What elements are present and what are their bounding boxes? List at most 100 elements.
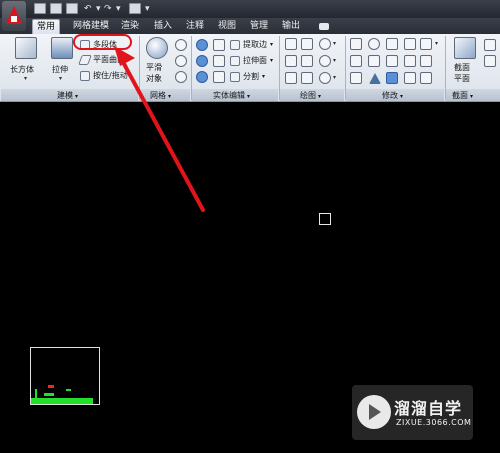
3d-scale-icon[interactable] bbox=[369, 73, 381, 84]
3d-polyline-icon[interactable] bbox=[301, 55, 313, 67]
slice-icon[interactable] bbox=[420, 55, 432, 67]
watermark: 溜溜自学 ZIXUE.3066.COM bbox=[352, 385, 473, 440]
open-icon[interactable] bbox=[50, 3, 62, 14]
polyline-icon[interactable] bbox=[301, 38, 313, 50]
extrude-button[interactable]: 拉伸 ▾ bbox=[48, 37, 76, 87]
box-button[interactable]: 长方体 ▾ bbox=[10, 37, 44, 87]
section-plane-icon bbox=[454, 37, 476, 59]
draw-panel-title[interactable]: 绘图 ▾ bbox=[300, 90, 321, 101]
section-plane-button[interactable]: 截面 平面 bbox=[449, 37, 479, 87]
smooth-object-button[interactable]: 平滑 对象 bbox=[143, 37, 171, 87]
qat-menu-icon[interactable]: ▾ bbox=[145, 4, 150, 14]
tab-output[interactable]: 输出 bbox=[278, 19, 304, 34]
smooth-label-line1: 平滑 bbox=[146, 63, 162, 72]
erase-icon[interactable] bbox=[420, 72, 432, 84]
undo-dropdown-icon[interactable]: ▾ bbox=[96, 4, 101, 14]
solid-edit-b-icon[interactable] bbox=[213, 55, 225, 67]
watermark-title: 溜溜自学 bbox=[394, 399, 463, 418]
ucs-viewport-box[interactable] bbox=[30, 347, 100, 405]
separate-button[interactable]: 分割 ▾ bbox=[230, 70, 265, 83]
redo-icon[interactable]: ↷ bbox=[104, 4, 112, 14]
arc-icon[interactable] bbox=[319, 38, 331, 50]
3d-align-icon[interactable] bbox=[368, 55, 380, 67]
save-icon[interactable] bbox=[66, 3, 78, 14]
ucs-y-axis-icon bbox=[44, 393, 54, 396]
chevron-down-icon[interactable]: ▾ bbox=[333, 57, 336, 64]
extract-edges-label: 提取边 bbox=[243, 40, 267, 49]
chevron-down-icon: ▾ bbox=[270, 41, 274, 48]
circle-icon[interactable] bbox=[319, 55, 331, 67]
smooth-sphere-icon bbox=[146, 37, 168, 59]
chevron-down-icon: ▾ bbox=[270, 57, 274, 64]
solid-edit-a-icon[interactable] bbox=[213, 39, 225, 51]
ucs-marker-icon bbox=[66, 389, 71, 391]
extrude-faces-button[interactable]: 拉伸面 ▾ bbox=[230, 54, 273, 67]
tab-manage[interactable]: 管理 bbox=[246, 19, 272, 34]
extract-edges-icon bbox=[230, 39, 240, 50]
solid-edit-panel-title[interactable]: 实体编辑 ▾ bbox=[213, 90, 250, 101]
extrude-faces-label: 拉伸面 bbox=[243, 56, 267, 65]
ucs-ground-plane bbox=[31, 398, 93, 404]
planar-surface-icon bbox=[78, 54, 92, 65]
chevron-down-icon: ▾ bbox=[262, 73, 266, 80]
tab-view[interactable]: 视图 bbox=[214, 19, 240, 34]
offset-icon[interactable] bbox=[386, 55, 398, 67]
redo-dropdown-icon[interactable]: ▾ bbox=[116, 4, 121, 14]
polygon-icon[interactable] bbox=[285, 72, 297, 84]
generate-section-icon[interactable] bbox=[484, 55, 496, 67]
chevron-down-icon: ▾ bbox=[24, 75, 28, 82]
tab-render[interactable]: 渲染 bbox=[117, 19, 143, 34]
ribbon-minimize-icon[interactable] bbox=[319, 23, 329, 30]
planar-surface-button[interactable]: 平面曲面 bbox=[78, 53, 125, 66]
mesh-crease-icon[interactable] bbox=[175, 55, 187, 67]
union-icon[interactable] bbox=[196, 39, 208, 51]
solid-edit-c-icon[interactable] bbox=[213, 71, 225, 83]
tab-annotate[interactable]: 注释 bbox=[182, 19, 208, 34]
mesh-refine-icon[interactable] bbox=[175, 39, 187, 51]
chamfer-icon[interactable] bbox=[404, 72, 416, 84]
ellipse-icon[interactable] bbox=[319, 72, 331, 84]
title-bar: ↶ ▾ ↷ ▾ ▾ bbox=[0, 0, 500, 18]
play-logo-icon bbox=[357, 395, 391, 429]
spline-icon[interactable] bbox=[285, 55, 297, 67]
presspull-label: 按住/拖动 bbox=[93, 71, 128, 80]
tab-home[interactable]: 常用 bbox=[32, 19, 61, 34]
chevron-down-icon[interactable]: ▾ bbox=[333, 74, 336, 81]
chevron-down-icon[interactable]: ▾ bbox=[333, 40, 336, 47]
application-menu-button[interactable] bbox=[2, 1, 26, 31]
presspull-button[interactable]: 按住/拖动 bbox=[80, 69, 128, 82]
3d-mirror-icon[interactable] bbox=[350, 55, 362, 67]
smooth-label-line2: 对象 bbox=[146, 74, 162, 83]
new-icon[interactable] bbox=[34, 3, 46, 14]
3d-array-icon[interactable] bbox=[404, 38, 416, 50]
modify-panel-title[interactable]: 修改 ▾ bbox=[382, 90, 403, 101]
chevron-down-icon[interactable]: ▾ bbox=[435, 40, 438, 47]
solid-history-icon[interactable] bbox=[386, 72, 398, 84]
separate-icon bbox=[230, 71, 240, 82]
crosshair-pickbox bbox=[319, 213, 331, 225]
watermark-url: ZIXUE.3066.COM bbox=[396, 418, 472, 427]
fillet-icon[interactable] bbox=[350, 38, 362, 50]
extract-edges-button[interactable]: 提取边 ▾ bbox=[230, 38, 273, 51]
extrude-faces-icon bbox=[230, 55, 240, 66]
3d-rotate-icon[interactable] bbox=[368, 38, 380, 50]
plot-icon[interactable] bbox=[129, 3, 141, 14]
intersect-icon[interactable] bbox=[196, 71, 208, 83]
3d-move-icon[interactable] bbox=[386, 38, 398, 50]
line-icon[interactable] bbox=[285, 38, 297, 50]
stretch-icon[interactable] bbox=[350, 72, 362, 84]
trim-icon[interactable] bbox=[420, 38, 432, 50]
subtract-icon[interactable] bbox=[196, 55, 208, 67]
mesh-panel-title[interactable]: 网格 ▾ bbox=[150, 90, 171, 101]
shell-icon[interactable] bbox=[404, 55, 416, 67]
tab-insert[interactable]: 插入 bbox=[150, 19, 176, 34]
mesh-uncrease-icon[interactable] bbox=[175, 71, 187, 83]
section-panel-title[interactable]: 截面 ▾ bbox=[452, 90, 473, 101]
modeling-panel-title[interactable]: 建模 ▾ bbox=[57, 90, 78, 101]
tab-mesh-modeling[interactable]: 网格建模 bbox=[69, 19, 113, 34]
undo-icon[interactable]: ↶ bbox=[84, 4, 92, 14]
separate-label: 分割 bbox=[243, 72, 259, 81]
rectangle-icon[interactable] bbox=[301, 72, 313, 84]
logo-mark bbox=[11, 16, 17, 22]
live-section-icon[interactable] bbox=[484, 39, 496, 51]
